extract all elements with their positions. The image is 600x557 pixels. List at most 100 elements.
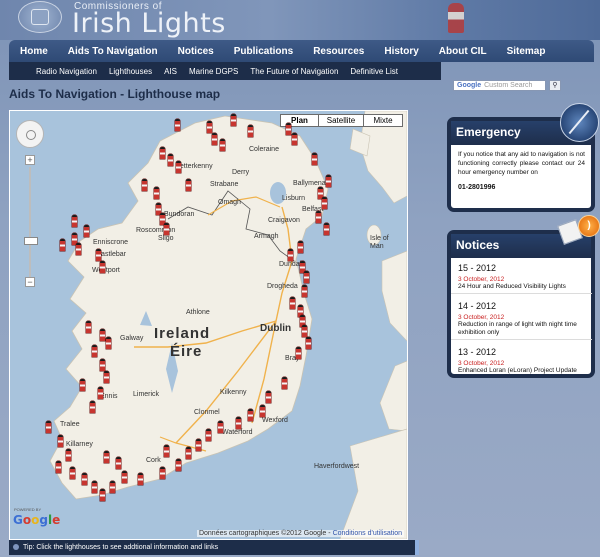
lighthouse-marker[interactable]	[306, 337, 311, 349]
zoom-slider-track[interactable]	[29, 167, 31, 277]
lighthouse-marker[interactable]	[231, 114, 236, 126]
lighthouse-marker[interactable]	[106, 337, 111, 349]
lighthouse-marker[interactable]	[298, 241, 303, 253]
notice-item[interactable]: 14 - 2012 3 October, 2012 Reduction in r…	[451, 296, 592, 340]
lighthouse-marker[interactable]	[292, 133, 297, 145]
lighthouse-marker[interactable]	[58, 435, 63, 447]
subnav-future-of-navigation[interactable]: The Future of Navigation	[243, 67, 343, 76]
lighthouse-marker[interactable]	[322, 197, 327, 209]
lighthouse-marker[interactable]	[84, 225, 89, 237]
lighthouse-marker[interactable]	[72, 215, 77, 227]
lighthouse-marker[interactable]	[100, 329, 105, 341]
lighthouse-marker[interactable]	[138, 473, 143, 485]
search-button[interactable]: ⚲	[549, 80, 561, 91]
nav-notices[interactable]: Notices	[167, 46, 223, 57]
notice-title[interactable]: 24 Hour and Reduced Visibility Lights	[458, 283, 592, 293]
lighthouse-marker[interactable]	[218, 421, 223, 433]
lighthouse-marker[interactable]	[248, 409, 253, 421]
lighthouse-marker[interactable]	[104, 371, 109, 383]
lighthouse-marker[interactable]	[168, 154, 173, 166]
lighthouse-marker[interactable]	[260, 405, 265, 417]
maptype-mixte[interactable]: Mixte	[363, 114, 403, 127]
lighthouse-marker[interactable]	[316, 211, 321, 223]
lighthouse-marker[interactable]	[86, 321, 91, 333]
notice-title[interactable]: Reduction in range of light with night t…	[458, 321, 592, 339]
lighthouse-marker[interactable]	[302, 285, 307, 297]
zoom-out-button[interactable]: −	[25, 277, 35, 287]
lighthouse-marker[interactable]	[212, 133, 217, 145]
lighthouse-marker[interactable]	[92, 345, 97, 357]
nav-home[interactable]: Home	[9, 46, 57, 57]
emergency-phone[interactable]: 01-2801996	[451, 177, 591, 191]
nav-about-cil[interactable]: About CIL	[428, 46, 496, 57]
zoom-slider-handle[interactable]	[24, 237, 38, 245]
lighthouse-marker[interactable]	[248, 125, 253, 137]
lighthouse-marker[interactable]	[96, 249, 101, 261]
lighthouse-marker[interactable]	[220, 139, 225, 151]
lighthouse-marker[interactable]	[60, 239, 65, 251]
lighthouse-marker[interactable]	[236, 417, 241, 429]
lighthouse-marker[interactable]	[206, 429, 211, 441]
lighthouse-marker[interactable]	[266, 391, 271, 403]
nav-sitemap[interactable]: Sitemap	[496, 46, 555, 57]
lighthouse-marker[interactable]	[286, 123, 291, 135]
lighthouse-marker[interactable]	[207, 121, 212, 133]
lighthouse-marker[interactable]	[82, 473, 87, 485]
lighthouse-marker[interactable]	[56, 461, 61, 473]
lighthouse-marker[interactable]	[142, 179, 147, 191]
lighthouse-marker[interactable]	[76, 243, 81, 255]
lighthouse-marker[interactable]	[196, 439, 201, 451]
lighthouse-marker[interactable]	[186, 447, 191, 459]
notice-item[interactable]: 15 - 2012 3 October, 2012 24 Hour and Re…	[451, 258, 592, 294]
lighthouse-marker[interactable]	[324, 223, 329, 235]
nav-publications[interactable]: Publications	[223, 46, 302, 57]
lighthouse-marker[interactable]	[98, 387, 103, 399]
lighthouse-marker[interactable]	[282, 377, 287, 389]
lighthouse-marker[interactable]	[80, 379, 85, 391]
notice-title[interactable]: Enhanced Loran (eLoran) Project Update	[458, 367, 592, 377]
lighthouse-marker[interactable]	[164, 223, 169, 235]
subnav-radio-navigation[interactable]: Radio Navigation	[9, 67, 102, 76]
lighthouse-marker[interactable]	[122, 471, 127, 483]
lighthouse-marker[interactable]	[154, 187, 159, 199]
lighthouse-marker[interactable]	[296, 347, 301, 359]
terms-of-use-link[interactable]: Conditions d'utilisation	[333, 530, 402, 537]
notice-item[interactable]: 13 - 2012 3 October, 2012 Enhanced Loran…	[451, 342, 592, 377]
lighthouse-marker[interactable]	[70, 467, 75, 479]
map-pan-control[interactable]	[16, 120, 44, 148]
nav-aids-to-navigation[interactable]: Aids To Navigation	[57, 46, 167, 57]
lighthouse-marker[interactable]	[312, 153, 317, 165]
lighthouse-marker[interactable]	[66, 449, 71, 461]
lighthouse-marker[interactable]	[92, 481, 97, 493]
lighthouse-marker[interactable]	[160, 467, 165, 479]
lighthouse-marker[interactable]	[302, 325, 307, 337]
lighthouse-marker[interactable]	[186, 179, 191, 191]
lighthouse-marker[interactable]	[175, 119, 180, 131]
search-input[interactable]: Google Custom Search	[453, 80, 546, 91]
lighthouse-marker[interactable]	[288, 249, 293, 261]
nav-history[interactable]: History	[373, 46, 427, 57]
lighthouse-marker[interactable]	[326, 175, 331, 187]
rss-icon[interactable]: )	[578, 215, 600, 237]
cil-seal-logo[interactable]	[18, 1, 62, 33]
zoom-in-button[interactable]: +	[25, 155, 35, 165]
lighthouse-marker[interactable]	[304, 271, 309, 283]
subnav-ais[interactable]: AIS	[157, 67, 182, 76]
google-logo[interactable]: Google	[13, 513, 60, 527]
subnav-marine-dgps[interactable]: Marine DGPS	[182, 67, 243, 76]
lighthouse-marker[interactable]	[176, 161, 181, 173]
lighthouse-marker[interactable]	[90, 401, 95, 413]
subnav-definitive-list[interactable]: Definitive List	[343, 67, 403, 76]
lighthouse-marker[interactable]	[104, 451, 109, 463]
subnav-lighthouses[interactable]: Lighthouses	[102, 67, 157, 76]
lighthouse-marker[interactable]	[176, 459, 181, 471]
maptype-satellite[interactable]: Satellite	[318, 114, 364, 127]
lighthouse-marker[interactable]	[110, 481, 115, 493]
lighthouse-marker[interactable]	[100, 261, 105, 273]
lighthouse-marker[interactable]	[164, 445, 169, 457]
org-name[interactable]: Irish Lights	[72, 8, 226, 39]
lighthouse-marker[interactable]	[46, 421, 51, 433]
lighthouse-marker[interactable]	[100, 359, 105, 371]
lighthouse-marker[interactable]	[160, 147, 165, 159]
lighthouse-map[interactable]: Plan Satellite Mixte + − Ireland Éire Co…	[9, 110, 408, 540]
